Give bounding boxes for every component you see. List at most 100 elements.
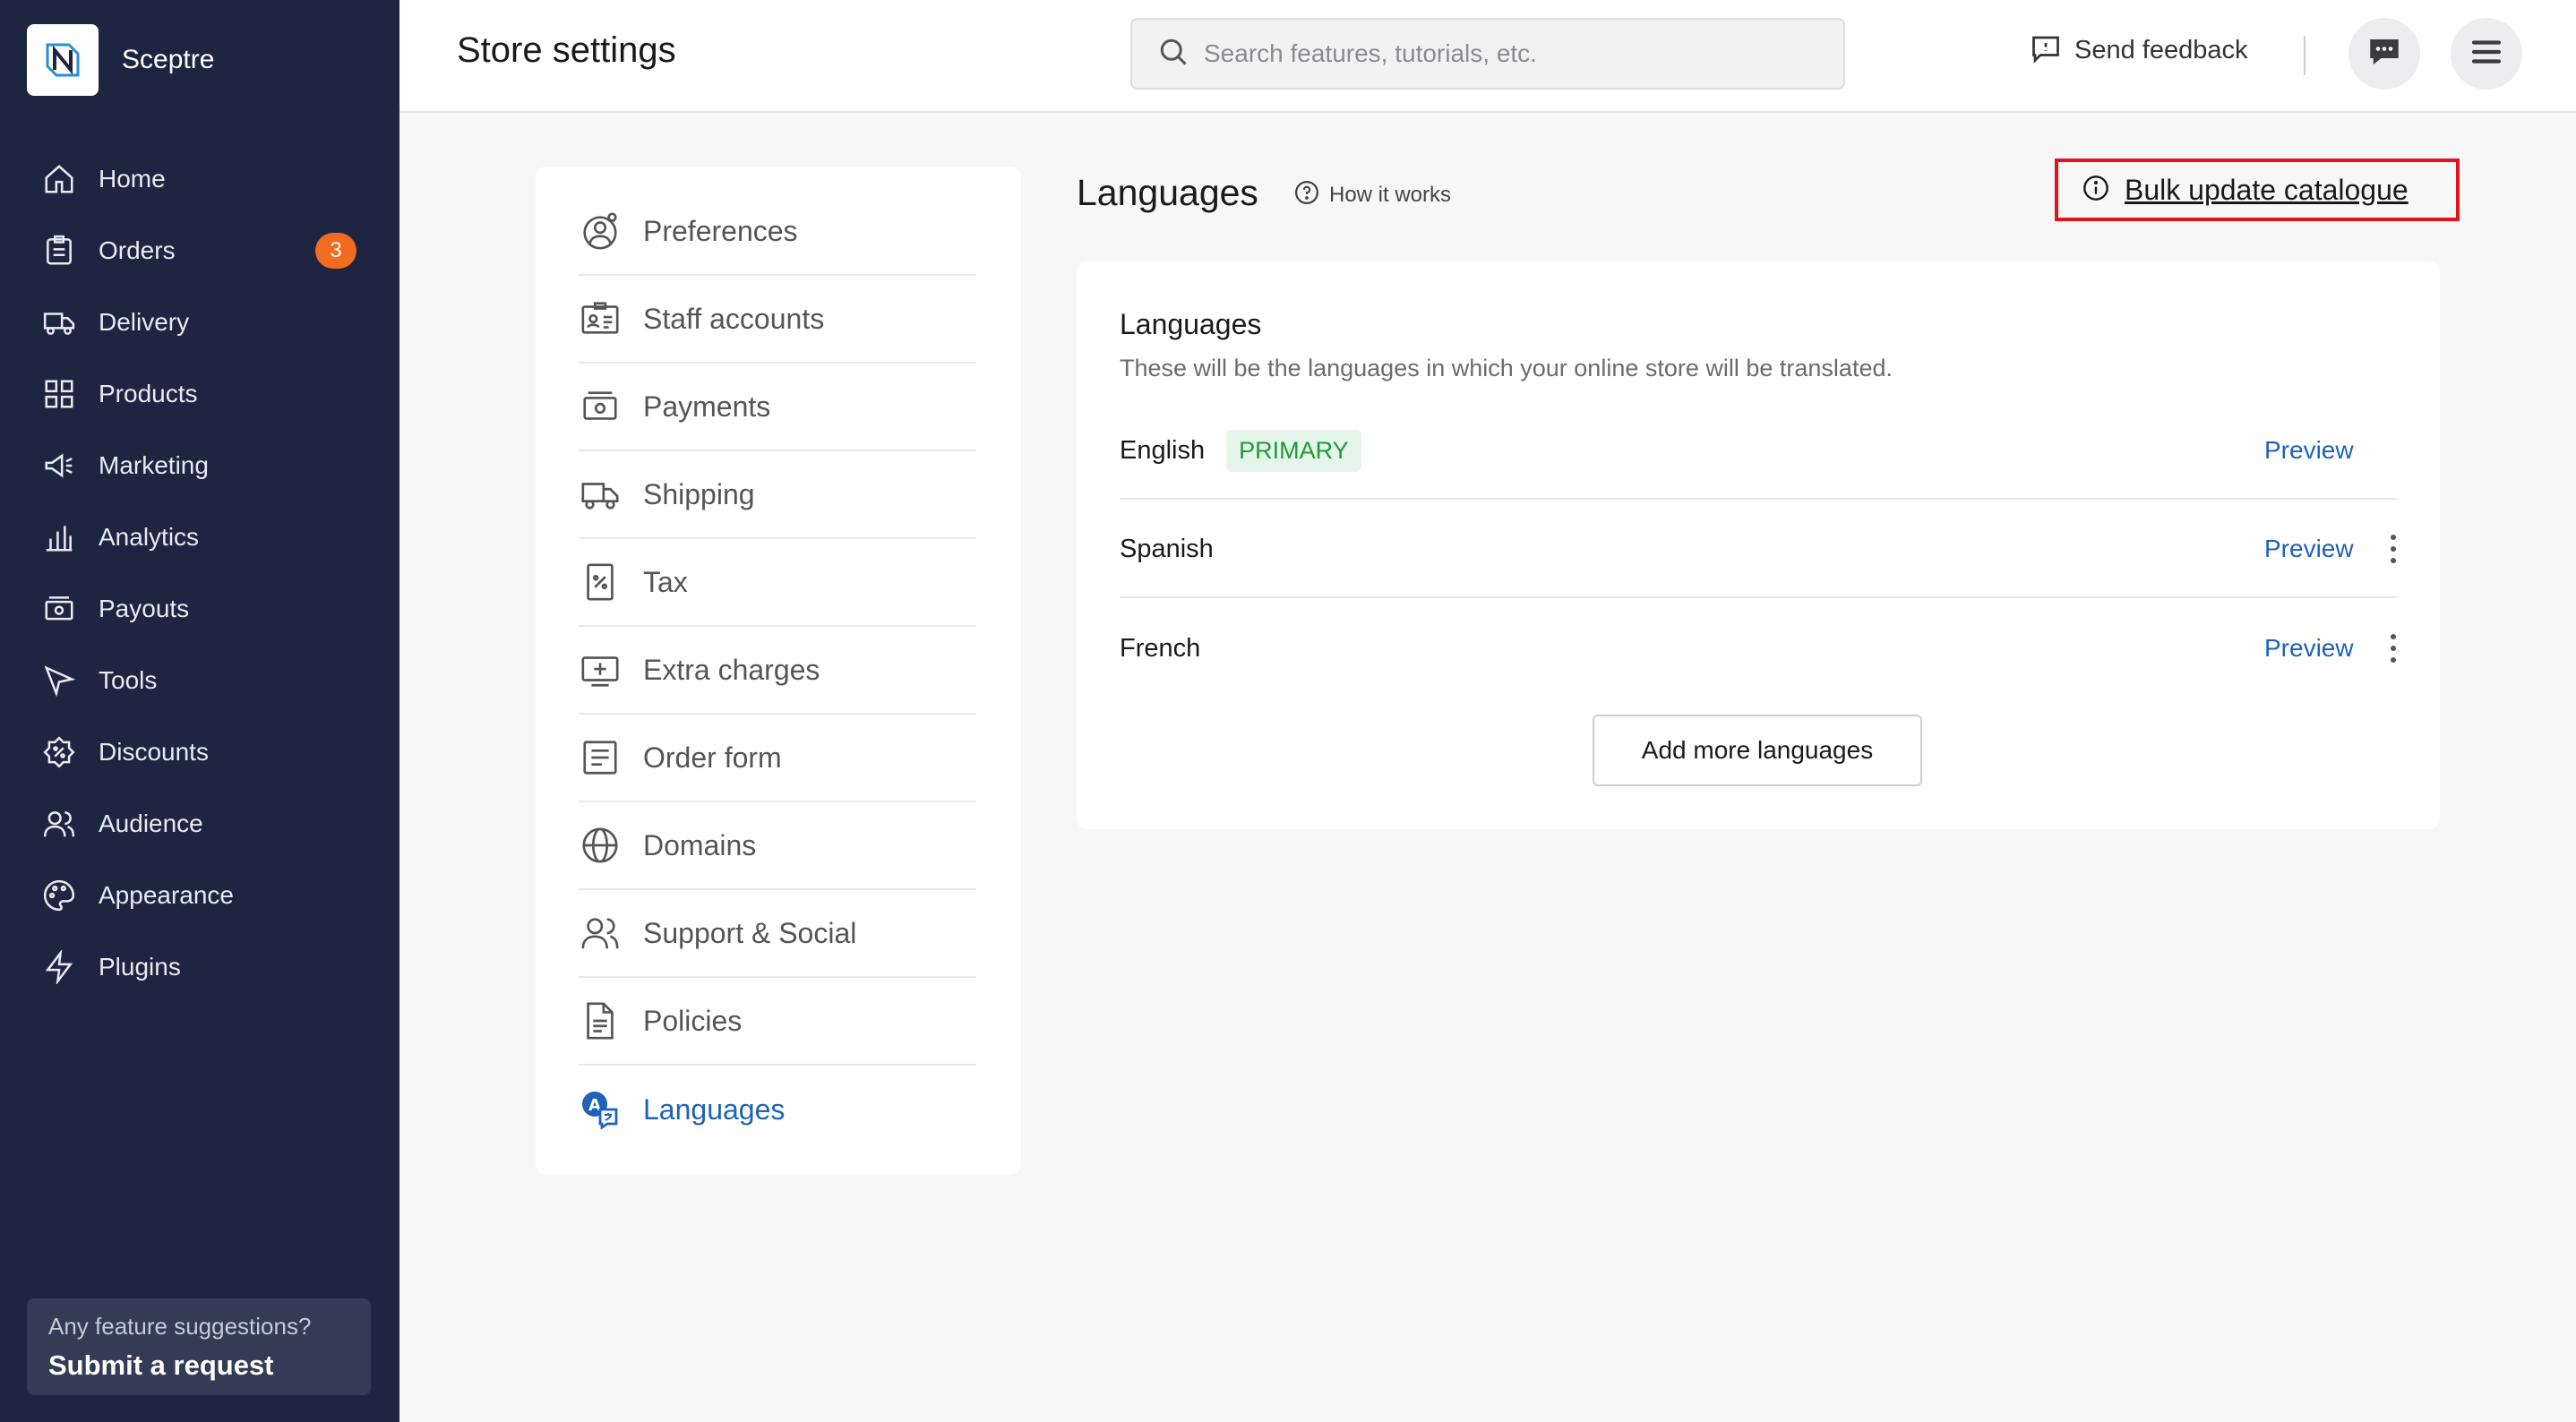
language-name: French — [1120, 633, 1201, 663]
settings-item-extra-charges[interactable]: Extra charges — [579, 627, 976, 715]
settings-item-label: Staff accounts — [643, 302, 825, 335]
sidebar-item-analytics[interactable]: Analytics — [0, 501, 399, 573]
preview-link[interactable]: Preview — [2264, 535, 2354, 563]
sidebar-item-marketing[interactable]: Marketing — [0, 430, 399, 501]
people-icon — [39, 804, 79, 844]
sidebar-nav: Home Orders 3 Delivery Products Marketin… — [0, 143, 399, 1003]
cursor-icon — [39, 661, 79, 700]
primary-badge: PRIMARY — [1226, 429, 1361, 472]
settings-item-label: Support & Social — [643, 916, 857, 949]
language-name: Spanish — [1120, 534, 1214, 563]
sidebar-item-label: Delivery — [99, 308, 190, 336]
settings-item-tax[interactable]: Tax — [579, 539, 976, 627]
main-menu-button[interactable] — [2451, 18, 2522, 90]
language-row-french: French Preview — [1120, 600, 2397, 697]
home-icon — [39, 159, 79, 199]
preview-link[interactable]: Preview — [2264, 634, 2354, 663]
settings-item-payments[interactable]: Payments — [579, 364, 976, 451]
sidebar-item-home[interactable]: Home — [0, 143, 399, 215]
sidebar-item-plugins[interactable]: Plugins — [0, 931, 399, 1003]
how-it-works-label: How it works — [1329, 182, 1452, 207]
sidebar-item-label: Orders — [99, 236, 176, 264]
sidebar-item-label: Products — [99, 380, 198, 407]
top-header: Store settings Send feedback — [399, 0, 2576, 113]
truck-icon — [579, 473, 622, 516]
search-input[interactable] — [1204, 39, 1813, 68]
language-name: English — [1120, 435, 1206, 465]
hamburger-icon — [2468, 33, 2505, 75]
sidebar-item-discounts[interactable]: Discounts — [0, 716, 399, 788]
extra-charges-icon — [579, 648, 622, 691]
settings-item-order-form[interactable]: Order form — [579, 715, 976, 802]
form-icon — [579, 736, 622, 779]
brand-name: Sceptre — [122, 45, 215, 74]
feature-suggestion-box[interactable]: Any feature suggestions? Submit a reques… — [27, 1298, 371, 1395]
send-feedback-label: Send feedback — [2074, 36, 2248, 64]
sidebar-item-delivery[interactable]: Delivery — [0, 287, 399, 358]
chat-icon — [2366, 33, 2403, 75]
sidebar-item-label: Appearance — [99, 881, 235, 909]
add-more-languages-button[interactable]: Add more languages — [1593, 715, 1922, 786]
settings-item-label: Order form — [643, 741, 782, 774]
sidebar-item-audience[interactable]: Audience — [0, 788, 399, 860]
preview-link[interactable]: Preview — [2264, 436, 2354, 465]
settings-item-domains[interactable]: Domains — [579, 802, 976, 890]
help-icon — [1293, 179, 1320, 210]
sidebar-item-products[interactable]: Products — [0, 358, 399, 430]
search-box[interactable] — [1130, 18, 1845, 90]
settings-item-support-social[interactable]: Support & Social — [579, 890, 976, 978]
grid-icon — [39, 374, 79, 414]
sidebar-item-label: Payouts — [99, 595, 190, 622]
more-options-icon[interactable] — [2386, 531, 2400, 567]
settings-item-shipping[interactable]: Shipping — [579, 451, 976, 539]
header-divider — [2304, 36, 2306, 75]
settings-item-label: Policies — [643, 1004, 743, 1037]
globe-icon — [579, 824, 622, 867]
translate-icon: A — [579, 1088, 622, 1131]
brand-logo-icon — [27, 24, 99, 96]
card-title: Languages — [1120, 308, 1262, 340]
sidebar-item-label: Home — [99, 165, 166, 193]
settings-item-languages[interactable]: A Languages — [579, 1066, 976, 1153]
bar-chart-icon — [39, 518, 79, 557]
sidebar-item-tools[interactable]: Tools — [0, 645, 399, 716]
palette-icon — [39, 876, 79, 915]
tax-icon — [579, 561, 622, 604]
settings-item-label: Extra charges — [643, 653, 820, 686]
payments-icon — [579, 385, 622, 428]
languages-card: Languages These will be the languages in… — [1077, 261, 2440, 829]
suggestion-question: Any feature suggestions? — [48, 1313, 312, 1340]
orders-icon — [39, 231, 79, 270]
brand[interactable]: Sceptre — [27, 24, 214, 96]
more-options-icon[interactable] — [2386, 630, 2400, 666]
megaphone-icon — [39, 446, 79, 485]
section-title: Languages — [1077, 172, 1258, 213]
sidebar-item-orders[interactable]: Orders 3 — [0, 215, 399, 287]
settings-item-label: Payments — [643, 390, 771, 423]
info-icon — [2082, 174, 2110, 207]
submit-request-link[interactable]: Submit a request — [48, 1349, 349, 1382]
language-row-english: English PRIMARY Preview — [1120, 403, 2397, 500]
truck-icon — [39, 303, 79, 342]
settings-item-label: Shipping — [643, 477, 755, 510]
sidebar-item-label: Analytics — [99, 523, 200, 551]
orders-count-badge: 3 — [315, 233, 356, 269]
sidebar-item-appearance[interactable]: Appearance — [0, 860, 399, 931]
chat-button[interactable] — [2348, 18, 2420, 90]
discount-icon — [39, 732, 79, 772]
settings-item-label: Domains — [643, 828, 757, 861]
settings-item-policies[interactable]: Policies — [579, 978, 976, 1066]
bulk-update-catalogue-link[interactable]: Bulk update catalogue — [2055, 158, 2460, 221]
sidebar-item-payouts[interactable]: Payouts — [0, 573, 399, 645]
send-feedback-button[interactable]: Send feedback — [2030, 32, 2247, 69]
settings-item-preferences[interactable]: Preferences — [579, 188, 976, 276]
settings-item-label: Preferences — [643, 214, 798, 247]
bulk-update-label: Bulk update catalogue — [2125, 173, 2409, 206]
payouts-icon — [39, 589, 79, 629]
settings-item-staff-accounts[interactable]: Staff accounts — [579, 276, 976, 364]
feedback-icon — [2030, 32, 2062, 69]
sidebar-item-label: Marketing — [99, 451, 209, 479]
sidebar-item-label: Audience — [99, 810, 203, 837]
how-it-works-link[interactable]: How it works — [1293, 179, 1451, 210]
preferences-icon — [579, 210, 622, 253]
